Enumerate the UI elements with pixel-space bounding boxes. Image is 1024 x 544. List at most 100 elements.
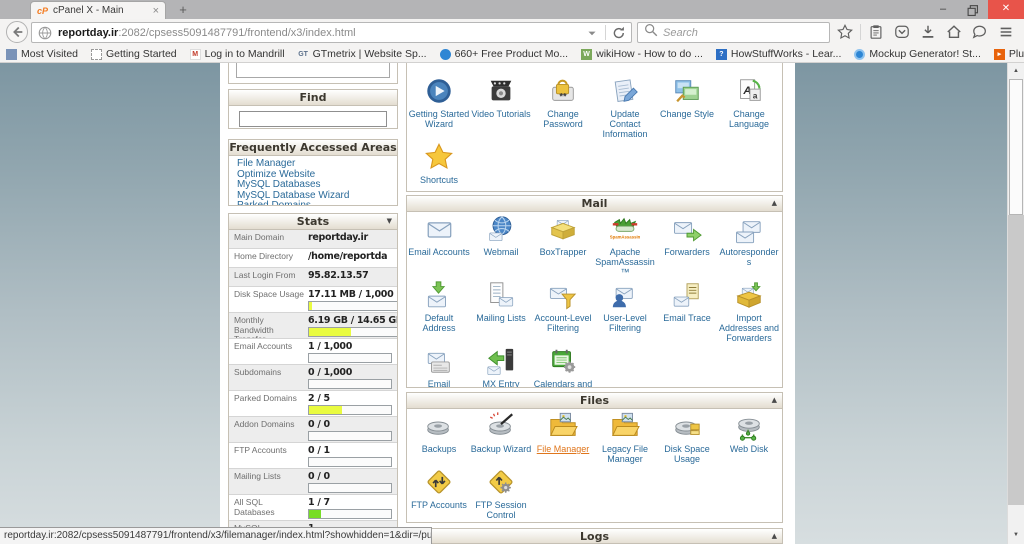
bookmark-item[interactable]: M Log in to Mandrill (189, 48, 285, 60)
bookmark-label: HowStuffWorks - Lear... (730, 48, 842, 60)
collapse-arrow-icon[interactable]: ▲ (772, 196, 777, 211)
bookmark-item[interactable]: GT GTmetrix | Website Sp... (297, 48, 427, 60)
url-dropdown-icon[interactable] (584, 25, 600, 41)
backup-wizard-icon (470, 411, 532, 442)
collapse-arrow-icon[interactable]: ▲ (772, 529, 777, 543)
collapse-arrow-icon[interactable]: ▲ (772, 393, 777, 408)
bookmark-item[interactable]: 660+ Free Product Mo... (439, 48, 568, 60)
window-minimize-button[interactable]: – (928, 0, 958, 19)
item-email-authentication[interactable]: Email Authentication (408, 346, 470, 387)
sidebar-link-file-manager[interactable]: File Manager (237, 158, 389, 170)
email-trace-icon (656, 280, 718, 311)
bookmark-star-icon[interactable] (832, 23, 858, 41)
mx-entry-icon (470, 346, 532, 377)
item-change-language[interactable]: Aa Change Language (718, 76, 780, 142)
bookmark-item[interactable]: ? HowStuffWorks - Lear... (715, 48, 842, 60)
sidebar-link-parked-domains[interactable]: Parked Domains (237, 200, 389, 205)
stats-row-home-directory: Home Directory/home/reportda (229, 249, 397, 268)
item-label: Video Tutorials (471, 109, 531, 119)
bookmark-item[interactable]: Getting Started (91, 48, 177, 60)
item-account-level-filtering[interactable]: Account-Level Filtering (532, 280, 594, 346)
item-user-level-filtering[interactable]: User-Level Filtering (594, 280, 656, 346)
item-mailing-lists[interactable]: Mailing Lists (470, 280, 532, 346)
item-boxtrapper[interactable]: BoxTrapper (532, 214, 594, 280)
ftp-session-icon (470, 467, 532, 498)
mail-section-header[interactable]: Mail ▲ (407, 196, 782, 212)
search-bar[interactable]: Search (637, 22, 830, 43)
stats-value: reportday.ir (308, 232, 368, 243)
item-email-trace[interactable]: Email Trace (656, 280, 718, 346)
stats-value: /home/reportda (308, 251, 388, 262)
scroll-down-arrow-icon[interactable]: ▼ (1008, 527, 1024, 543)
item-disk-space-usage[interactable]: Disk Space Usage (656, 411, 718, 467)
bookmark-item[interactable]: Mockup Generator! St... (854, 48, 981, 60)
scrollbar-track[interactable] (1008, 215, 1024, 505)
stats-header[interactable]: Stats ▼ (229, 214, 397, 230)
spamassassin-icon: SpamAssassin (594, 214, 656, 245)
item-file-manager[interactable]: File Manager (532, 411, 594, 467)
window-restore-button[interactable] (958, 0, 988, 19)
usage-bar (308, 379, 392, 389)
scroll-up-arrow-icon[interactable]: ▲ (1008, 63, 1024, 79)
cutoff-input[interactable] (236, 63, 390, 78)
back-button[interactable] (6, 21, 28, 43)
item-change-style[interactable]: Change Style (656, 76, 718, 142)
new-tab-button[interactable]: + (172, 3, 194, 18)
item-autoresponders[interactable]: Autoresponders (718, 214, 780, 280)
window-close-button[interactable]: ✕ (988, 0, 1024, 19)
browser-tab[interactable]: cP cPanel X - Main × (30, 1, 166, 19)
usage-bar (308, 301, 397, 311)
item-legacy-file-manager[interactable]: Legacy File Manager (594, 411, 656, 467)
item-ftp-accounts[interactable]: FTP Accounts (408, 467, 470, 522)
bookmarks-menu-icon[interactable] (863, 23, 889, 41)
pocket-icon[interactable] (889, 23, 915, 41)
hello-chat-icon[interactable] (967, 23, 993, 41)
logs-section-header[interactable]: Logs ▲ (407, 529, 782, 543)
item-video-tutorials[interactable]: Video Tutorials (470, 76, 532, 142)
item-ftp-session-control[interactable]: FTP Session Control (470, 467, 532, 522)
item-backups[interactable]: Backups (408, 411, 470, 467)
user-filter-icon (594, 280, 656, 311)
stats-label: FTP Accounts (234, 445, 287, 455)
item-forwarders[interactable]: Forwarders (656, 214, 718, 280)
reload-icon[interactable] (611, 25, 627, 41)
item-label: Email Accounts (408, 247, 470, 257)
item-backup-wizard[interactable]: Backup Wizard (470, 411, 532, 467)
bookmark-item[interactable]: WwikiHow - How to do ... (581, 48, 703, 60)
collapse-arrow-icon[interactable]: ▼ (387, 214, 392, 229)
files-section-header[interactable]: Files ▲ (407, 393, 782, 409)
legacy-file-manager-icon (594, 411, 656, 442)
item-mx-entry[interactable]: MX Entry (470, 346, 532, 387)
find-input[interactable] (239, 111, 387, 127)
sidebar-link-mysql-databases[interactable]: MySQL Databases (237, 179, 389, 191)
downloads-icon[interactable] (915, 23, 941, 41)
bookmark-item[interactable]: Most Visited (6, 48, 78, 60)
item-email-accounts[interactable]: Email Accounts (408, 214, 470, 280)
bookmark-label: Mockup Generator! St... (869, 48, 981, 60)
logs-section: Logs ▲ (406, 528, 783, 544)
stats-row-main-domain: Main Domain reportday.ir (229, 230, 397, 249)
tab-close-icon[interactable]: × (153, 5, 159, 17)
item-getting-started-wizard[interactable]: Getting Started Wizard (408, 76, 470, 142)
home-icon[interactable] (941, 23, 967, 41)
item-change-password[interactable]: ** Change Password (532, 76, 594, 142)
item-default-address[interactable]: Default Address (408, 280, 470, 346)
item-update-contact-information[interactable]: Update Contact Information (594, 76, 656, 142)
hamburger-menu-icon[interactable] (993, 23, 1019, 41)
scrollbar-thumb[interactable] (1009, 79, 1023, 215)
bookmark-item[interactable]: ▸Pluralsight – Develope... (993, 48, 1024, 60)
item-apache-spamassassin[interactable]: SpamAssassin Apache SpamAssassin™ (594, 214, 656, 280)
vertical-scrollbar[interactable]: ▲ ▼ (1007, 63, 1024, 544)
stats-value: 95.82.13.57 (308, 270, 369, 281)
item-webmail[interactable]: Webmail (470, 214, 532, 280)
wikihow-favicon-icon: W (581, 48, 593, 60)
item-import-addresses-and-forwarders[interactable]: Import Addresses and Forwarders (718, 280, 780, 346)
url-bar[interactable]: reportday.ir:2082/cpsess5091487791/front… (31, 22, 632, 43)
item-calendars-and-contacts-client[interactable]: Calendars and Contacts Client (532, 346, 594, 387)
item-shortcuts[interactable]: Shortcuts (408, 142, 470, 188)
item-web-disk[interactable]: Web Disk (718, 411, 780, 467)
stats-row-monthly-bandwidth-transfer: Monthly Bandwidth Transfer 6.19 GB / 14.6… (229, 313, 397, 339)
browser-window: cP cPanel X - Main × + – ✕ reportday.ir:… (0, 0, 1024, 544)
usage-bar (308, 353, 392, 363)
stats-label: Email Accounts (234, 341, 293, 351)
